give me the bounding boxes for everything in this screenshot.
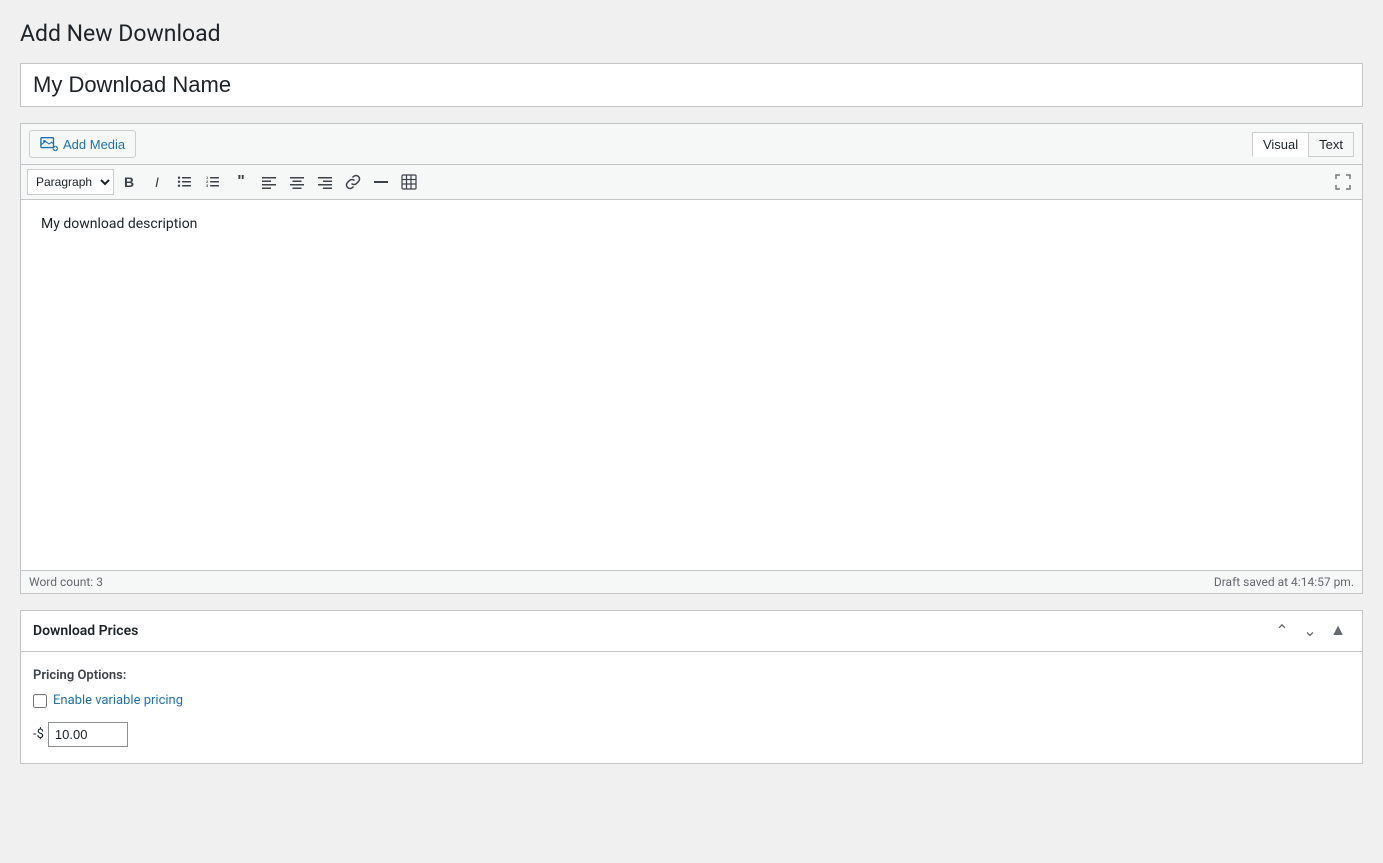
panel-body: Pricing Options: Enable variable pricing…	[21, 652, 1362, 763]
align-left-button[interactable]	[256, 169, 282, 195]
add-media-label: Add Media	[63, 137, 125, 152]
price-input[interactable]	[48, 722, 128, 747]
paragraph-select[interactable]: Paragraph	[27, 169, 114, 195]
table-button[interactable]	[396, 169, 422, 195]
ordered-list-button[interactable]: 123	[200, 169, 226, 195]
align-center-button[interactable]	[284, 169, 310, 195]
svg-text:3: 3	[206, 183, 209, 188]
enable-variable-pricing-label[interactable]: Enable variable pricing	[53, 693, 183, 708]
add-media-icon	[40, 135, 58, 153]
variable-pricing-row: Enable variable pricing	[33, 693, 1350, 708]
align-right-button[interactable]	[312, 169, 338, 195]
bold-button[interactable]: B	[116, 169, 142, 195]
page-title: Add New Download	[20, 20, 1363, 47]
pricing-options-label: Pricing Options:	[33, 668, 1350, 683]
panel-toggle-button[interactable]: ▲	[1326, 619, 1350, 643]
editor-wrapper: Add Media Visual Text Paragraph B I 123 …	[20, 123, 1363, 594]
add-media-button[interactable]: Add Media	[29, 130, 136, 158]
horizontal-rule-button[interactable]	[368, 169, 394, 195]
fullscreen-button[interactable]	[1330, 169, 1356, 195]
enable-variable-pricing-checkbox[interactable]	[33, 694, 47, 708]
editor-content[interactable]: My download description	[21, 200, 1362, 570]
panel-collapse-up-button[interactable]: ⌃	[1270, 619, 1294, 643]
price-prefix: -$	[33, 727, 44, 742]
editor-footer: Word count: 3 Draft saved at 4:14:57 pm.	[21, 570, 1362, 593]
tab-visual[interactable]: Visual	[1252, 132, 1308, 157]
panel-collapse-down-button[interactable]: ⌄	[1298, 619, 1322, 643]
unordered-list-button[interactable]	[172, 169, 198, 195]
word-count: Word count: 3	[29, 575, 103, 589]
tab-text[interactable]: Text	[1308, 132, 1354, 157]
blockquote-button[interactable]: "	[228, 169, 254, 195]
draft-status: Draft saved at 4:14:57 pm.	[1214, 575, 1354, 589]
panel-header: Download Prices ⌃ ⌄ ▲	[21, 611, 1362, 652]
panel-controls: ⌃ ⌄ ▲	[1270, 619, 1350, 643]
editor-toolbar: Paragraph B I 123 "	[21, 165, 1362, 200]
editor-top-bar: Add Media Visual Text	[21, 124, 1362, 165]
editor-view-tabs: Visual Text	[1252, 132, 1354, 157]
italic-button[interactable]: I	[144, 169, 170, 195]
download-title-input[interactable]	[20, 63, 1363, 107]
link-button[interactable]	[340, 169, 366, 195]
panel-title: Download Prices	[33, 623, 138, 639]
download-prices-panel: Download Prices ⌃ ⌄ ▲ Pricing Options: E…	[20, 610, 1363, 764]
price-row: -$	[33, 722, 1350, 747]
